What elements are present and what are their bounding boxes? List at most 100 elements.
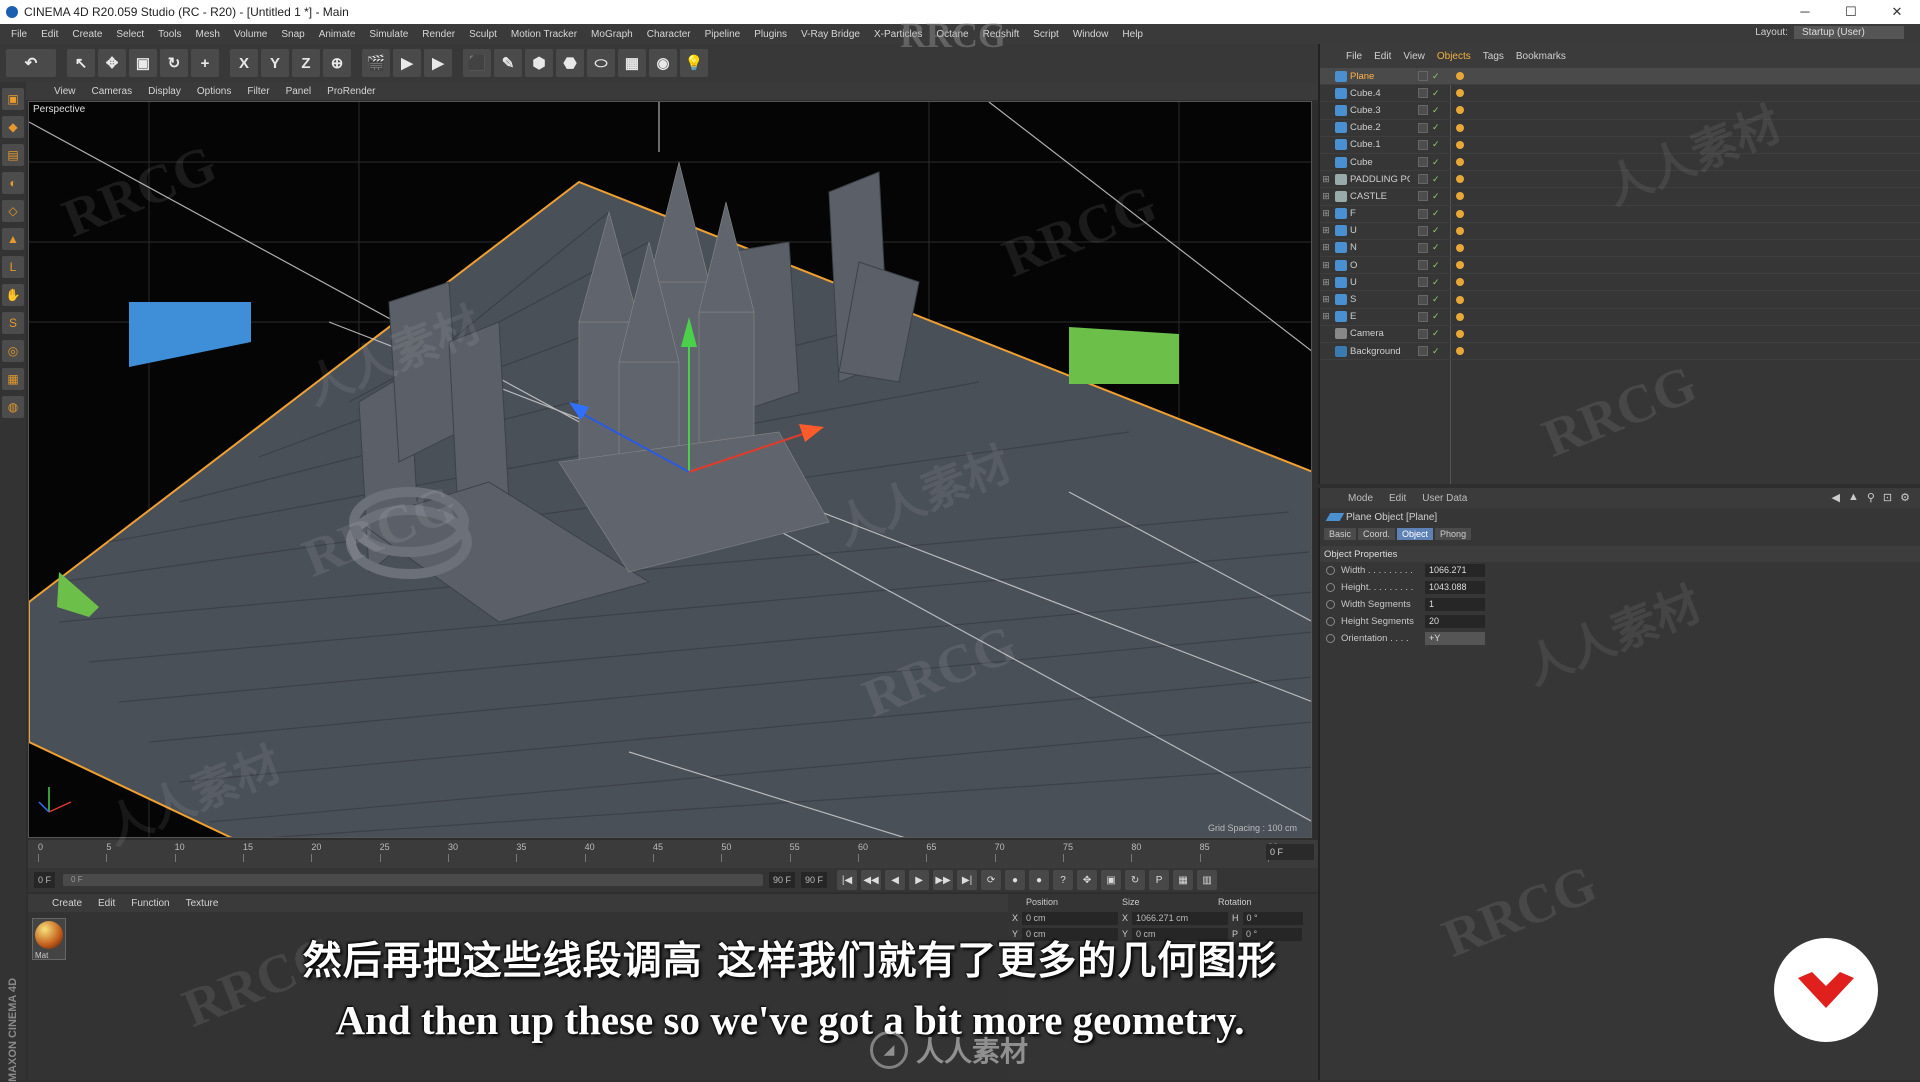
toolbar-tool-9-icon[interactable]: 🎬: [362, 49, 390, 77]
close-button[interactable]: ✕: [1874, 0, 1920, 24]
toolbar-tool-0-icon[interactable]: ↖: [67, 49, 95, 77]
menu-script[interactable]: Script: [1026, 29, 1066, 40]
menu-render[interactable]: Render: [415, 29, 462, 40]
expand-toggle-icon[interactable]: ⊞: [1320, 260, 1332, 271]
menu-help[interactable]: Help: [1115, 29, 1150, 40]
minimize-button[interactable]: ─: [1782, 0, 1828, 24]
transport-button-13-icon[interactable]: P: [1149, 870, 1170, 890]
toolbar-tool-12-icon[interactable]: ⬛: [463, 49, 491, 77]
toolbar-tool-14-icon[interactable]: ⬢: [525, 49, 553, 77]
enabled-check-icon[interactable]: ✓: [1432, 294, 1440, 305]
transport-button-2-icon[interactable]: ◀: [885, 870, 906, 890]
object-name[interactable]: E: [1350, 311, 1410, 322]
viewport-menu-cameras[interactable]: Cameras: [84, 86, 141, 97]
lock-icon[interactable]: ⊡: [1883, 491, 1892, 504]
animate-radio-icon[interactable]: [1326, 583, 1335, 592]
object-name[interactable]: Camera: [1350, 328, 1410, 339]
left-tool-5-icon[interactable]: ▲: [2, 228, 24, 250]
visibility-toggle-icon[interactable]: [1418, 191, 1428, 202]
object-row[interactable]: Cube ✓: [1320, 154, 1920, 172]
undo-button[interactable]: ↶: [6, 49, 56, 77]
up-arrow-icon[interactable]: ▲: [1848, 491, 1859, 504]
object-tag-icon[interactable]: [1456, 295, 1464, 304]
menu-sculpt[interactable]: Sculpt: [462, 29, 504, 40]
object-row[interactable]: ⊞ N ✓: [1320, 240, 1920, 258]
toolbar-tool-8-icon[interactable]: ⊕: [323, 49, 351, 77]
material-menu-edit[interactable]: Edit: [90, 898, 123, 909]
menu-snap[interactable]: Snap: [274, 29, 311, 40]
tab-object[interactable]: Object: [1397, 528, 1434, 540]
object-tag-icon[interactable]: [1456, 226, 1464, 235]
object-menu-bookmarks[interactable]: Bookmarks: [1510, 51, 1572, 62]
frame-range-slider[interactable]: 0 F: [63, 874, 764, 886]
object-row[interactable]: Cube.3 ✓: [1320, 102, 1920, 120]
object-menu-view[interactable]: View: [1397, 51, 1431, 62]
menu-file[interactable]: File: [4, 29, 34, 40]
transport-button-14-icon[interactable]: ▦: [1173, 870, 1194, 890]
object-name[interactable]: Cube.4: [1350, 88, 1410, 99]
left-tool-7-icon[interactable]: ✋: [2, 284, 24, 306]
visibility-toggle-icon[interactable]: [1418, 88, 1428, 99]
enabled-check-icon[interactable]: ✓: [1432, 346, 1440, 357]
viewport-menu-display[interactable]: Display: [140, 86, 189, 97]
toolbar-tool-3-icon[interactable]: ↻: [160, 49, 188, 77]
transport-button-11-icon[interactable]: ▣: [1101, 870, 1122, 890]
expand-toggle-icon[interactable]: ⊞: [1320, 174, 1332, 185]
material-menu-function[interactable]: Function: [123, 898, 177, 909]
object-name[interactable]: O: [1350, 260, 1410, 271]
viewport-menu-options[interactable]: Options: [189, 86, 239, 97]
visibility-toggle-icon[interactable]: [1418, 71, 1428, 82]
menu-tools[interactable]: Tools: [151, 29, 188, 40]
enabled-check-icon[interactable]: ✓: [1432, 157, 1440, 168]
transport-button-0-icon[interactable]: |◀: [837, 870, 858, 890]
object-row[interactable]: ⊞ E ✓: [1320, 309, 1920, 326]
enabled-check-icon[interactable]: ✓: [1432, 122, 1440, 133]
object-name[interactable]: N: [1350, 242, 1410, 253]
object-row[interactable]: Camera ✓: [1320, 326, 1920, 343]
property-value-field[interactable]: 1066.271: [1425, 564, 1485, 577]
animate-radio-icon[interactable]: [1326, 634, 1335, 643]
visibility-toggle-icon[interactable]: [1418, 277, 1428, 288]
search-icon[interactable]: ⚲: [1867, 491, 1875, 504]
object-tag-icon[interactable]: [1456, 89, 1464, 98]
enabled-check-icon[interactable]: ✓: [1432, 139, 1440, 150]
current-frame-field[interactable]: 0 F: [1266, 844, 1314, 860]
object-tag-icon[interactable]: [1456, 192, 1464, 201]
expand-toggle-icon[interactable]: ⊞: [1320, 208, 1332, 219]
object-tag-icon[interactable]: [1456, 243, 1464, 252]
object-row[interactable]: ⊞ PADDLING POO ✓: [1320, 171, 1920, 189]
object-row[interactable]: Plane ✓: [1320, 68, 1920, 86]
expand-toggle-icon[interactable]: ⊞: [1320, 311, 1332, 322]
left-tool-3-icon[interactable]: ◐: [2, 172, 24, 194]
tab-coord[interactable]: Coord.: [1358, 528, 1396, 540]
object-row[interactable]: Cube.1 ✓: [1320, 137, 1920, 154]
toolbar-tool-7-icon[interactable]: Z: [292, 49, 320, 77]
left-tool-11-icon[interactable]: ◍: [2, 396, 24, 418]
object-row[interactable]: ⊞ F ✓: [1320, 206, 1920, 223]
object-menu-tags[interactable]: Tags: [1477, 51, 1510, 62]
menu-mesh[interactable]: Mesh: [189, 29, 227, 40]
toolbar-tool-18-icon[interactable]: ◉: [649, 49, 677, 77]
timeline-ruler[interactable]: 051015202530354045505560657075808590 0 F: [28, 840, 1318, 868]
object-row[interactable]: Cube.2 ✓: [1320, 120, 1920, 137]
expand-toggle-icon[interactable]: ⊞: [1320, 277, 1332, 288]
object-tag-icon[interactable]: [1456, 106, 1464, 115]
object-name[interactable]: F: [1350, 208, 1410, 219]
material-menu-texture[interactable]: Texture: [178, 898, 227, 909]
rotation-h-field[interactable]: 0 °: [1242, 911, 1303, 925]
visibility-toggle-icon[interactable]: [1418, 139, 1428, 150]
transport-button-4-icon[interactable]: ▶▶: [933, 870, 954, 890]
object-tag-icon[interactable]: [1456, 175, 1464, 184]
layout-dropdown[interactable]: Startup (User): [1794, 26, 1904, 39]
object-tag-icon[interactable]: [1456, 140, 1464, 149]
object-menu-objects[interactable]: Objects: [1431, 51, 1477, 62]
enabled-check-icon[interactable]: ✓: [1432, 242, 1440, 253]
transport-button-10-icon[interactable]: ✥: [1077, 870, 1098, 890]
transport-button-7-icon[interactable]: ●: [1005, 870, 1026, 890]
toolbar-tool-6-icon[interactable]: Y: [261, 49, 289, 77]
property-value-field[interactable]: 1043.088: [1425, 581, 1485, 594]
enabled-check-icon[interactable]: ✓: [1432, 311, 1440, 322]
visibility-toggle-icon[interactable]: [1418, 174, 1428, 185]
visibility-toggle-icon[interactable]: [1418, 294, 1428, 305]
object-row[interactable]: ⊞ S ✓: [1320, 291, 1920, 309]
